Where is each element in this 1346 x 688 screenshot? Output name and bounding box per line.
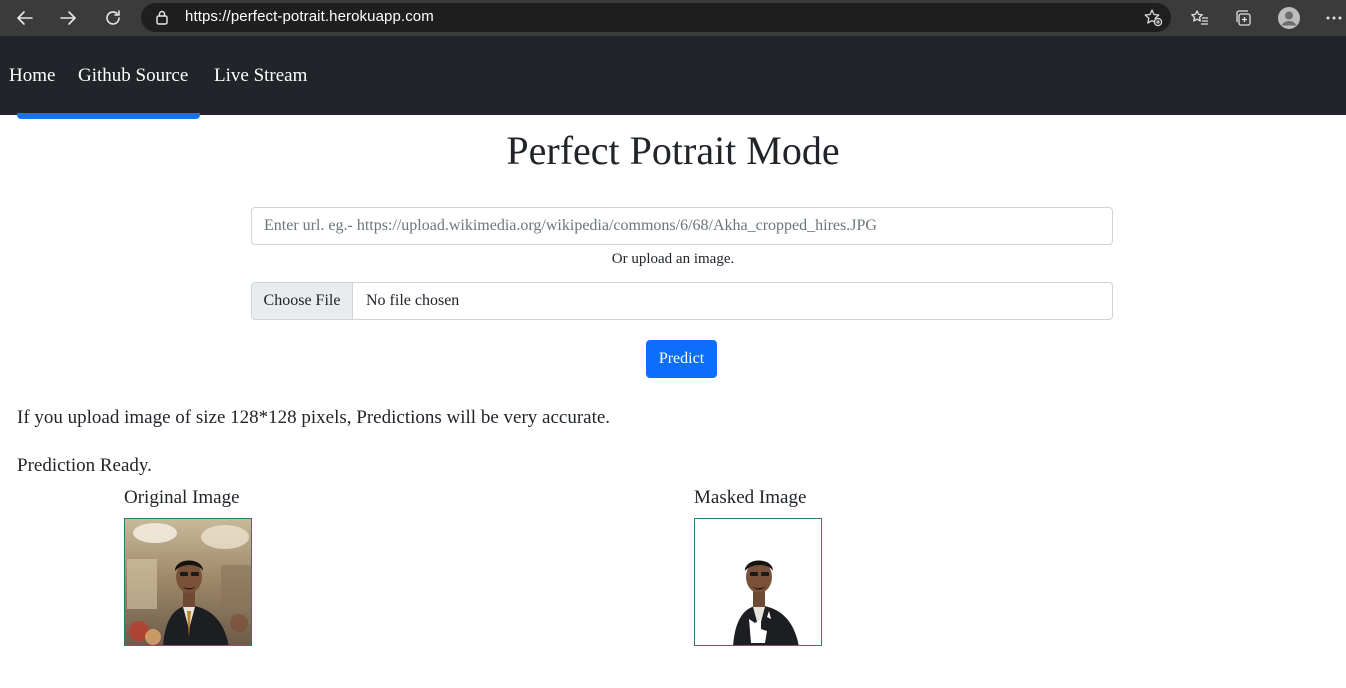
masked-image-label: Masked Image bbox=[694, 487, 807, 508]
file-status-text: No file chosen bbox=[366, 292, 460, 309]
nav-github-source-link[interactable]: Github Source bbox=[78, 65, 188, 87]
forward-icon[interactable] bbox=[54, 4, 82, 32]
nav-live-stream-link[interactable]: Live Stream bbox=[214, 65, 307, 87]
prediction-status: Prediction Ready. bbox=[17, 455, 152, 476]
collections-icon[interactable] bbox=[1229, 4, 1257, 32]
address-bar[interactable]: https://perfect-potrait.herokuapp.com bbox=[141, 3, 1171, 32]
favorites-icon[interactable] bbox=[1186, 4, 1214, 32]
address-url[interactable]: https://perfect-potrait.herokuapp.com bbox=[185, 8, 434, 25]
file-upload-input[interactable]: Choose File No file chosen bbox=[251, 282, 1113, 320]
refresh-icon[interactable] bbox=[99, 4, 127, 32]
more-icon[interactable] bbox=[1320, 4, 1346, 32]
nav-home-link[interactable]: Home bbox=[9, 65, 55, 87]
choose-file-button[interactable]: Choose File bbox=[252, 283, 353, 319]
predict-button[interactable]: Predict bbox=[646, 340, 717, 378]
masked-image bbox=[694, 518, 822, 646]
page-title: Perfect Potrait Mode bbox=[506, 128, 840, 173]
upload-hint: Or upload an image. bbox=[611, 251, 735, 267]
profile-icon[interactable] bbox=[1275, 4, 1303, 32]
original-image-label: Original Image bbox=[124, 487, 240, 508]
site-navbar: Home Github Source Live Stream bbox=[0, 36, 1346, 115]
add-favorite-icon[interactable] bbox=[1143, 8, 1163, 32]
size-note: If you upload image of size 128*128 pixe… bbox=[17, 407, 611, 428]
browser-toolbar: https://perfect-potrait.herokuapp.com bbox=[0, 0, 1346, 36]
back-icon[interactable] bbox=[11, 4, 39, 32]
image-url-input[interactable] bbox=[251, 207, 1113, 245]
lock-icon[interactable] bbox=[154, 9, 170, 31]
hidden-button-edge bbox=[17, 113, 200, 119]
original-image bbox=[124, 518, 252, 646]
